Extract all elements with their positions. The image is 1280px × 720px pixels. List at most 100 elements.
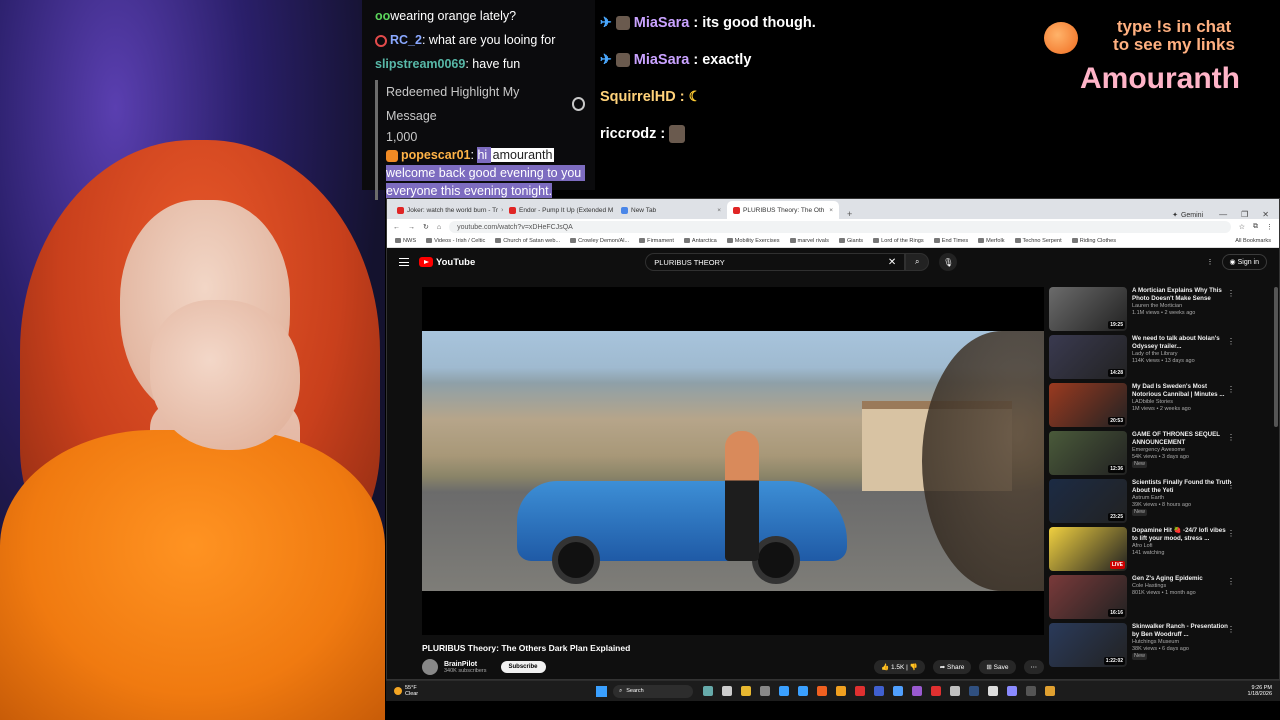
video-thumbnail[interactable]: 16:16 [1049, 575, 1127, 619]
search-input[interactable]: PLURIBUS THEORY ✕ [645, 253, 906, 271]
video-title[interactable]: GAME OF THRONES SEQUEL ANNOUNCEMENT [1132, 431, 1232, 447]
bookmark-item[interactable]: marvel rivals [789, 238, 829, 244]
taskbar-app-icon[interactable] [855, 686, 866, 696]
gemini-button[interactable]: ✦ Gemini [1166, 211, 1209, 220]
back-icon[interactable]: ← [393, 224, 400, 231]
video-title[interactable]: My Dad Is Sweden's Most Notorious Cannib… [1132, 383, 1232, 399]
bookmark-item[interactable]: NWS [395, 238, 416, 244]
taskbar-app-icon[interactable] [988, 686, 999, 696]
reload-icon[interactable]: ↻ [423, 223, 429, 231]
bookmark-item[interactable]: Lord of the Rings [873, 238, 924, 244]
video-player[interactable] [422, 287, 1044, 635]
kebab-icon[interactable]: ⋮ [1227, 481, 1235, 490]
kebab-icon[interactable]: ⋮ [1227, 385, 1235, 394]
bookmark-item[interactable]: Riding Clothes [1071, 238, 1116, 244]
clear-icon[interactable]: ✕ [888, 257, 896, 268]
weather-widget[interactable]: 55°F Clear [394, 685, 418, 697]
kebab-icon[interactable]: ⋮ [1227, 337, 1235, 346]
channel-name[interactable]: Cole Hastings [1132, 583, 1232, 590]
video-thumbnail[interactable]: 23:25 [1049, 479, 1127, 523]
kebab-icon[interactable]: ⋮ [1207, 258, 1214, 266]
channel-name[interactable]: Hutchings Museum [1132, 639, 1232, 646]
taskbar-app-icon[interactable] [798, 686, 809, 696]
system-clock[interactable]: 9:26 PM 1/18/2026 [1248, 685, 1272, 697]
taskbar-app-icon[interactable] [779, 686, 790, 696]
recommended-video[interactable]: 19:25 A Mortician Explains Why This Photo… [1049, 287, 1279, 335]
recommended-video[interactable]: 1:22:02 Skinwalker Ranch - Presentation b… [1049, 623, 1279, 671]
taskbar-app-icon[interactable] [1026, 686, 1037, 696]
taskbar-app-icon[interactable] [760, 686, 771, 696]
home-icon[interactable]: ⌂ [437, 224, 441, 231]
bookmark-item[interactable]: Church of Satan web... [495, 238, 560, 244]
channel-name[interactable]: Lauren the Mortician [1132, 303, 1232, 310]
save-button[interactable]: ⊞ Save [979, 660, 1016, 674]
browser-tab-active[interactable]: PLURIBUS Theory: The Oth × [727, 201, 839, 219]
kebab-icon[interactable]: ⋮ [1227, 529, 1235, 538]
bookmark-item[interactable]: Mobility Exercises [726, 238, 780, 244]
video-title[interactable]: Scientists Finally Found the Truth About… [1132, 479, 1232, 495]
video-thumbnail[interactable]: 1:22:02 [1049, 623, 1127, 667]
taskbar-app-icon[interactable] [741, 686, 752, 696]
channel-name[interactable]: Lady of the Library [1132, 351, 1232, 358]
taskbar-app-icon[interactable] [1045, 686, 1056, 696]
channel-avatar[interactable] [422, 659, 438, 675]
taskbar-app-icon[interactable] [836, 686, 847, 696]
taskbar-app-icon[interactable] [931, 686, 942, 696]
bookmark-item[interactable]: End Times [933, 238, 968, 244]
video-title[interactable]: Dopamine Hit 🍓 -24/7 lofi vibes to lift … [1132, 527, 1232, 543]
close-window-icon[interactable]: ✕ [1262, 210, 1269, 219]
kebab-icon[interactable]: ⋮ [1227, 577, 1235, 586]
video-title[interactable]: Skinwalker Ranch - Presentation by Ben W… [1132, 623, 1232, 639]
like-button[interactable]: 👍 1.5K | 👎 [874, 660, 925, 674]
thumbs-down-icon[interactable]: 👎 [910, 664, 918, 671]
taskbar-app-icon[interactable] [874, 686, 885, 696]
channel-name[interactable]: BrainPilot [444, 661, 487, 668]
video-title[interactable]: A Mortician Explains Why This Photo Does… [1132, 287, 1232, 303]
browser-tab[interactable]: Joker: watch the world burn - Tr × [391, 201, 503, 219]
bookmark-item[interactable]: Videos - Irish / Celtic [426, 238, 485, 244]
menu-icon[interactable] [399, 258, 409, 266]
taskbar-app-icon[interactable] [703, 686, 714, 696]
subscribe-button[interactable]: Subscribe [500, 661, 546, 673]
scrollbar[interactable] [1274, 287, 1278, 427]
new-tab-button[interactable]: + [839, 209, 860, 219]
windows-start-icon[interactable] [596, 685, 608, 697]
channel-name[interactable]: LADbible Stories [1132, 399, 1232, 406]
close-icon[interactable]: × [717, 207, 721, 214]
taskbar-app-icon[interactable] [1007, 686, 1018, 696]
more-icon[interactable]: ⋮ [1266, 223, 1273, 231]
kebab-icon[interactable]: ⋮ [1227, 625, 1235, 634]
taskbar-app-icon[interactable] [817, 686, 828, 696]
taskbar-search[interactable]: ⌕ Search [613, 684, 694, 698]
bookmark-item[interactable]: Firmament [639, 238, 674, 244]
recommended-video[interactable]: 20:53 My Dad Is Sweden's Most Notorious C… [1049, 383, 1279, 431]
sign-in-button[interactable]: ◉ Sign in [1221, 254, 1267, 270]
forward-icon[interactable]: → [408, 224, 415, 231]
taskbar-app-icon[interactable] [722, 686, 733, 696]
share-button[interactable]: ➦ Share [932, 660, 972, 674]
youtube-logo[interactable]: YouTube [419, 257, 475, 268]
recommended-video[interactable]: 23:25 Scientists Finally Found the Truth … [1049, 479, 1279, 527]
url-input[interactable]: youtube.com/watch?v=xDHeFCJsQA [449, 221, 1231, 233]
minimize-icon[interactable]: — [1219, 210, 1227, 219]
video-title[interactable]: We need to talk about Nolan's Odyssey tr… [1132, 335, 1232, 351]
recommended-video[interactable]: 12:36 GAME OF THRONES SEQUEL ANNOUNCEMENT… [1049, 431, 1279, 479]
close-icon[interactable]: × [829, 207, 833, 214]
taskbar-app-icon[interactable] [950, 686, 961, 696]
bookmark-item[interactable]: Techno Serpent [1014, 238, 1062, 244]
maximize-icon[interactable]: ❐ [1241, 210, 1248, 219]
video-thumbnail[interactable]: 19:25 [1049, 287, 1127, 331]
channel-name[interactable]: Astrum Earth [1132, 495, 1232, 502]
channel-name[interactable]: Afro Lofi [1132, 543, 1232, 550]
video-title[interactable]: Gen Z's Aging Epidemic [1132, 575, 1232, 583]
recommended-video[interactable]: LIVE Dopamine Hit 🍓 -24/7 lofi vibes to l… [1049, 527, 1279, 575]
recommended-video[interactable]: 16:16 Gen Z's Aging Epidemic Cole Hastings… [1049, 575, 1279, 623]
bookmark-item[interactable]: Giants [838, 238, 863, 244]
bookmark-item[interactable]: Crowley Demon/Al... [570, 238, 629, 244]
video-thumbnail[interactable]: 14:28 [1049, 335, 1127, 379]
recommended-video[interactable]: 14:28 We need to talk about Nolan's Odyss… [1049, 335, 1279, 383]
taskbar-app-icon[interactable] [969, 686, 980, 696]
taskbar-app-icon[interactable] [912, 686, 923, 696]
channel-name[interactable]: Emergency Awesome [1132, 447, 1232, 454]
search-button[interactable]: ⌕ [905, 253, 930, 271]
